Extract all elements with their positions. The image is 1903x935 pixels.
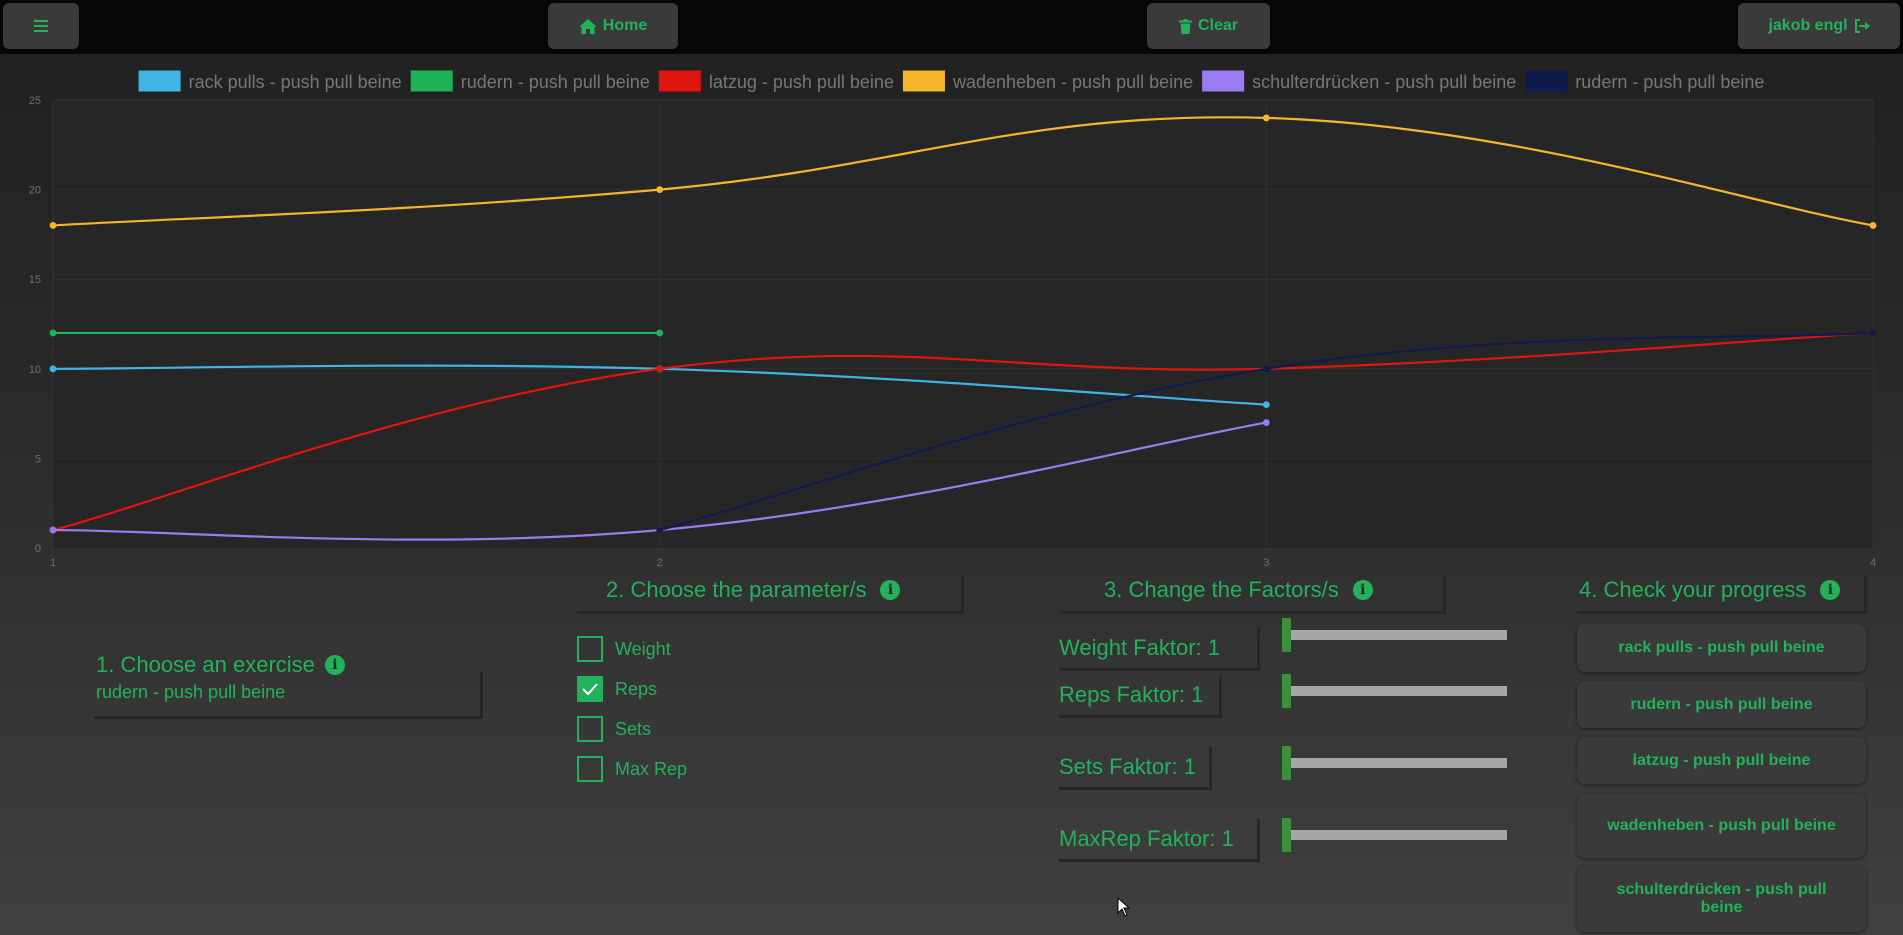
reps-factor-slider[interactable]	[1285, 686, 1507, 696]
progress-button-latzug[interactable]: latzug - push pull beine	[1577, 737, 1866, 784]
y-tick-label: 20	[29, 185, 41, 197]
maxrep-factor-slider[interactable]	[1285, 830, 1507, 840]
plot-area	[53, 100, 1873, 548]
step3-underline	[1061, 575, 1446, 614]
data-point	[49, 365, 57, 373]
data-point	[49, 329, 57, 337]
y-tick-label: 5	[35, 453, 41, 465]
data-point	[1869, 329, 1877, 337]
param-maxrep[interactable]: Max Rep	[577, 756, 687, 782]
top-navbar: Home Clear jakob engl	[0, 0, 1903, 54]
step1-underline	[94, 672, 483, 719]
param-sets[interactable]: Sets	[577, 716, 651, 742]
check-icon	[582, 683, 598, 695]
sets-factor-slider-handle[interactable]	[1282, 746, 1291, 780]
data-point	[1262, 419, 1270, 426]
line-chart: 0 5 10 15 20 25 1 2 3 4 rack pulls - push pull bei…	[29, 70, 1877, 569]
sets-label: Sets	[615, 718, 652, 739]
home-icon	[578, 18, 597, 34]
data-point	[656, 365, 664, 373]
trash-icon	[1178, 18, 1192, 34]
x-tick-label: 2	[657, 557, 663, 569]
progress-button-rudern[interactable]: rudern - push pull beine	[1577, 681, 1866, 728]
legend-label-0: rack pulls - push pull beine	[189, 72, 402, 92]
data-point	[1262, 365, 1270, 373]
step4-underline	[1577, 575, 1867, 614]
y-tick-label: 10	[29, 364, 41, 376]
data-point	[656, 526, 664, 534]
legend-swatch-4	[1202, 70, 1245, 92]
legend-swatch-3	[902, 70, 945, 92]
reps-checkbox[interactable]	[577, 676, 603, 702]
step2-underline	[577, 575, 964, 614]
maxrep-label: Max Rep	[615, 758, 688, 779]
clear-button[interactable]: Clear	[1147, 3, 1270, 49]
progress-button-rack-pulls[interactable]: rack pulls - push pull beine	[1577, 624, 1866, 672]
legend-label-3: wadenheben - push pull beine	[952, 72, 1193, 92]
weight-label: Weight	[615, 638, 671, 659]
legend-label-2: latzug - push pull beine	[709, 72, 894, 92]
maxrep-factor-slider-handle[interactable]	[1282, 818, 1291, 852]
y-tick-label: 25	[29, 95, 41, 107]
user-name: jakob engl	[1768, 17, 1848, 34]
user-logout-button[interactable]: jakob engl	[1738, 3, 1900, 49]
y-tick-label: 15	[29, 274, 41, 286]
param-reps[interactable]: Reps	[577, 676, 657, 702]
weight-checkbox[interactable]	[577, 636, 603, 662]
progress-button-schulterdruecken[interactable]: schulterdrücken - push pull beine	[1577, 866, 1866, 932]
menu-button[interactable]	[3, 3, 79, 49]
home-button[interactable]: Home	[548, 3, 678, 49]
hamburger-icon	[34, 20, 48, 32]
weight-factor-slider-handle[interactable]	[1282, 618, 1291, 652]
data-point	[656, 329, 664, 337]
reps-label: Reps	[615, 678, 658, 699]
legend-swatch-1	[410, 70, 453, 92]
progress-chart: 0 5 10 15 20 25 1 2 3 4 rack pulls - push pull bei…	[0, 54, 1903, 574]
sets-factor-underline	[1059, 747, 1212, 790]
legend-swatch-2	[658, 70, 701, 92]
sets-factor-slider[interactable]	[1285, 758, 1507, 768]
data-point	[1262, 401, 1270, 409]
sets-checkbox[interactable]	[577, 716, 603, 742]
legend-label-5: rudern - push pull beine	[1575, 72, 1764, 92]
param-weight[interactable]: Weight	[577, 636, 671, 662]
data-point	[656, 186, 664, 194]
clear-label: Clear	[1197, 17, 1239, 34]
progress-button-wadenheben[interactable]: wadenheben - push pull beine	[1577, 793, 1866, 858]
data-point	[1262, 114, 1270, 122]
x-tick-label: 4	[1870, 557, 1876, 569]
maxrep-factor-underline	[1059, 819, 1260, 862]
legend-swatch-0	[138, 70, 181, 92]
sign-out-icon	[1854, 19, 1870, 33]
reps-factor-slider-handle[interactable]	[1282, 674, 1291, 708]
x-tick-label: 1	[50, 557, 56, 569]
mouse-cursor-icon	[1117, 897, 1131, 917]
weight-factor-slider[interactable]	[1285, 630, 1507, 640]
data-point	[49, 526, 57, 534]
legend-swatch-5	[1525, 70, 1568, 92]
legend-label-4: schulterdrücken - push pull beine	[1252, 72, 1516, 92]
weight-factor-underline	[1059, 628, 1260, 671]
data-point	[1869, 222, 1877, 229]
data-point	[49, 222, 57, 229]
maxrep-checkbox[interactable]	[577, 756, 603, 782]
y-tick-label: 0	[35, 543, 41, 555]
reps-factor-underline	[1059, 675, 1222, 718]
x-tick-label: 3	[1263, 557, 1269, 569]
legend-label-1: rudern - push pull beine	[461, 72, 650, 92]
home-label: Home	[602, 17, 648, 34]
